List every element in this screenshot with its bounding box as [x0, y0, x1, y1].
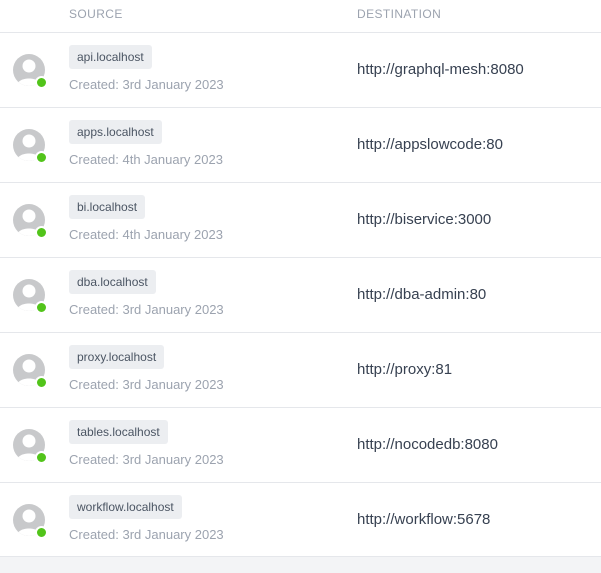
created-date: Created: 4th January 2023	[69, 152, 223, 167]
destination-url: http://graphql-mesh:8080	[357, 61, 524, 78]
table-row[interactable]: proxy.localhost Created: 3rd January 202…	[0, 333, 601, 408]
online-status-icon	[35, 76, 48, 89]
column-header-destination[interactable]: DESTINATION	[357, 7, 441, 21]
table-row[interactable]: api.localhost Created: 3rd January 2023 …	[0, 33, 601, 108]
source-host-badge[interactable]: api.localhost	[69, 45, 152, 69]
online-status-icon	[35, 151, 48, 164]
online-status-icon	[35, 376, 48, 389]
source-host-badge[interactable]: bi.localhost	[69, 195, 146, 219]
created-date: Created: 3rd January 2023	[69, 77, 224, 92]
created-date: Created: 3rd January 2023	[69, 377, 224, 392]
table-header: SOURCE DESTINATION	[0, 0, 601, 33]
table-row[interactable]: bi.localhost Created: 4th January 2023 h…	[0, 183, 601, 258]
table-row[interactable]: tables.localhost Created: 3rd January 20…	[0, 408, 601, 483]
table-row[interactable]: apps.localhost Created: 4th January 2023…	[0, 108, 601, 183]
online-status-icon	[35, 526, 48, 539]
source-host-badge[interactable]: dba.localhost	[69, 270, 156, 294]
destination-url: http://appslowcode:80	[357, 136, 503, 153]
source-host-badge[interactable]: tables.localhost	[69, 420, 168, 444]
online-status-icon	[35, 301, 48, 314]
online-status-icon	[35, 451, 48, 464]
destination-url: http://proxy:81	[357, 361, 453, 378]
created-date: Created: 4th January 2023	[69, 227, 223, 242]
source-host-badge[interactable]: proxy.localhost	[69, 345, 165, 369]
destination-url: http://dba-admin:80	[357, 286, 487, 303]
online-status-icon	[35, 226, 48, 239]
created-date: Created: 3rd January 2023	[69, 302, 224, 317]
source-host-badge[interactable]: apps.localhost	[69, 120, 162, 144]
table-row[interactable]: workflow.localhost Created: 3rd January …	[0, 483, 601, 557]
column-header-source[interactable]: SOURCE	[69, 7, 123, 21]
proxy-hosts-table: SOURCE DESTINATION api.localhost Created…	[0, 0, 601, 557]
destination-url: http://nocodedb:8080	[357, 436, 498, 453]
table-row[interactable]: dba.localhost Created: 3rd January 2023 …	[0, 258, 601, 333]
destination-url: http://biservice:3000	[357, 211, 492, 228]
source-host-badge[interactable]: workflow.localhost	[69, 495, 182, 519]
created-date: Created: 3rd January 2023	[69, 452, 224, 467]
created-date: Created: 3rd January 2023	[69, 527, 224, 542]
destination-url: http://workflow:5678	[357, 511, 491, 528]
